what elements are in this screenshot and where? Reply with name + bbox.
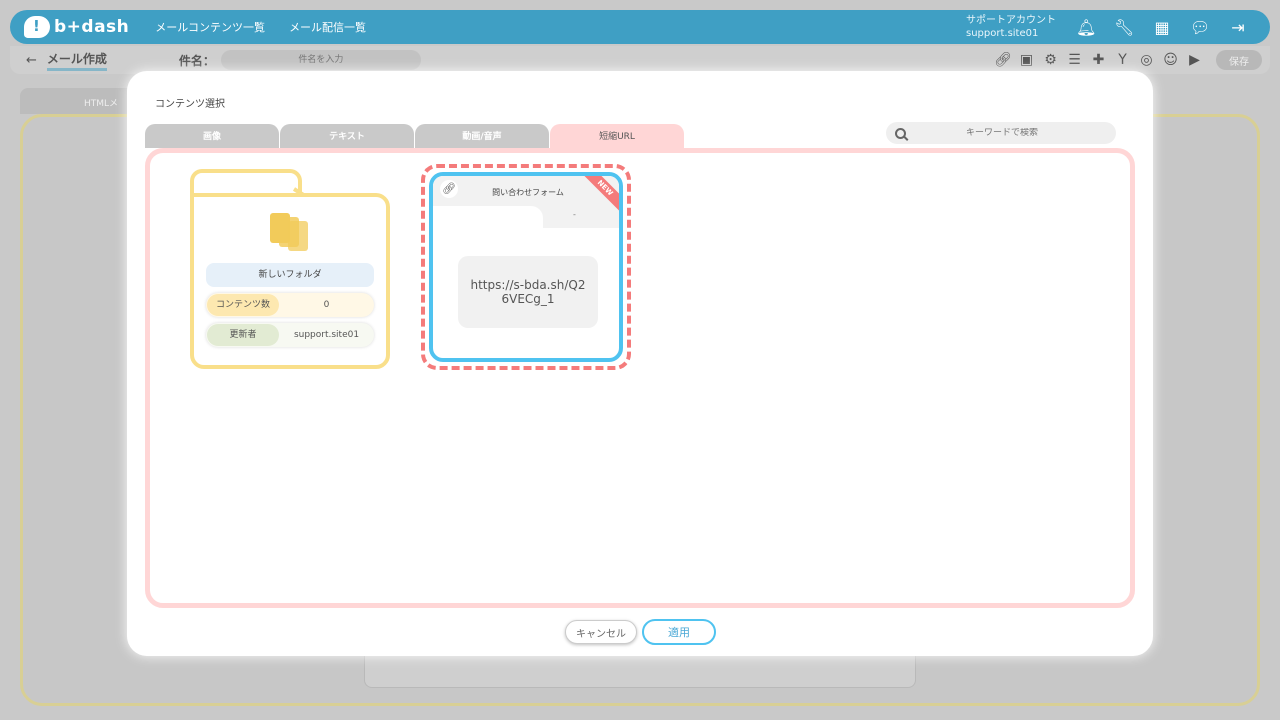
search-icon	[895, 127, 906, 139]
tab-video-audio[interactable]: 動画/音声	[415, 124, 549, 148]
nav-mail-delivery[interactable]: メール配信一覧	[289, 19, 366, 35]
url-card-header	[433, 176, 619, 228]
url-card-subtitle: -	[573, 210, 576, 219]
short-url-card[interactable]: 🔗︎ 問い合わせフォーム - NEW https://s-bda.sh/Q26V…	[421, 164, 631, 370]
save-button[interactable]: 保存	[1216, 50, 1262, 70]
link-icon[interactable]: 🔗︎	[994, 52, 1012, 68]
database-icon[interactable]: ☰	[1066, 52, 1083, 68]
short-url-card-inner: 🔗︎ 問い合わせフォーム - NEW https://s-bda.sh/Q26V…	[429, 172, 623, 362]
content-grid: 新しいフォルダ コンテンツ数 0 更新者 support.site01 🔗︎ 問…	[145, 148, 1135, 608]
short-url-value: https://s-bda.sh/Q26VECg_1	[458, 256, 598, 328]
content-type-tabs: 画像 テキスト 動画/音声 短縮URL	[145, 124, 685, 150]
subject-input[interactable]	[220, 50, 421, 70]
editor-toolbar: ← メール作成 件名： 🔗︎ ▣ ⚙ ☰ ✚ Y ◎ ☺ ▶ 保存	[10, 46, 1270, 74]
top-navigation-bar: b+dash メールコンテンツ一覧 メール配信一覧 サポートアカウント supp…	[10, 10, 1270, 44]
app-logo[interactable]: b+dash	[24, 16, 129, 38]
logout-icon[interactable]: ⇥	[1228, 18, 1248, 37]
account-name: サポートアカウント	[966, 15, 1056, 26]
apply-button[interactable]: 適用	[642, 619, 716, 645]
tab-image[interactable]: 画像	[145, 124, 279, 148]
modal-title: コンテンツ選択	[155, 99, 225, 110]
gears-icon[interactable]: ⚙	[1042, 52, 1059, 68]
content-count-value: 0	[323, 300, 330, 310]
logo-bubble-icon	[24, 16, 50, 38]
link-icon: 🔗︎	[440, 180, 458, 198]
url-card-title: 問い合わせフォーム	[492, 188, 564, 197]
nav-mail-contents[interactable]: メールコンテンツ一覧	[155, 19, 265, 35]
bell-icon[interactable]: 🔔︎	[1076, 18, 1096, 37]
chat-icon[interactable]: 💬︎	[1190, 18, 1210, 37]
updater-label: 更新者	[207, 324, 279, 346]
branch-icon[interactable]: Y	[1114, 52, 1131, 68]
cancel-button[interactable]: キャンセル	[565, 620, 637, 644]
account-info[interactable]: サポートアカウント support.site01	[966, 14, 1056, 40]
back-arrow-icon[interactable]: ←	[26, 53, 37, 68]
tab-short-url[interactable]: 短縮URL	[550, 124, 684, 150]
calendar-icon[interactable]: ▣	[1018, 52, 1035, 68]
user-icon[interactable]: ☺	[1162, 52, 1179, 68]
add-doc-icon[interactable]: ✚	[1090, 52, 1107, 68]
folder-card[interactable]: 新しいフォルダ コンテンツ数 0 更新者 support.site01	[190, 169, 390, 371]
subject-label: 件名：	[178, 53, 215, 68]
wrench-icon[interactable]: 🔧︎	[1114, 18, 1134, 37]
keyword-search	[886, 122, 1116, 144]
updater-value: support.site01	[293, 330, 360, 340]
content-count-label: コンテンツ数	[207, 294, 279, 316]
account-id: support.site01	[966, 28, 1039, 39]
page-title: メール作成	[46, 50, 107, 71]
folder-updater: 更新者 support.site01	[206, 323, 374, 347]
grid-icon[interactable]: ▦	[1152, 18, 1172, 37]
folder-content-count: コンテンツ数 0	[206, 293, 374, 317]
content-stack-icon	[270, 213, 316, 253]
search-input[interactable]	[912, 128, 1092, 138]
play-icon[interactable]: ▶	[1186, 52, 1203, 68]
folder-name: 新しいフォルダ	[206, 263, 374, 287]
folder-body: 新しいフォルダ コンテンツ数 0 更新者 support.site01	[190, 193, 390, 369]
tab-text[interactable]: テキスト	[280, 124, 414, 148]
content-select-modal: コンテンツ選択 画像 テキスト 動画/音声 短縮URL 新しいフォルダ コンテン…	[127, 71, 1153, 656]
preview-icon[interactable]: ◎	[1138, 52, 1155, 68]
logo-text: b+dash	[54, 17, 130, 37]
